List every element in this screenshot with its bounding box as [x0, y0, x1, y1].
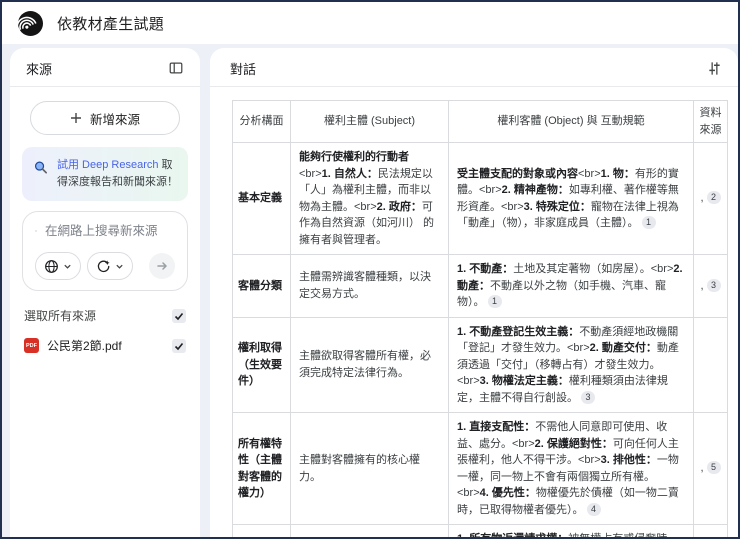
object-cell: 1. 所有物返還請求權：被無權占有或侵奪時（如被偷），請求歸還。<br>2. 妨… — [448, 524, 694, 537]
banner-text: 試用 Deep Research 取得深度報告和新聞來源！ — [57, 157, 178, 191]
dock-left-icon — [169, 62, 183, 74]
add-source-button[interactable]: 新增來源 — [30, 101, 180, 135]
source-cell: , 2 — [693, 142, 728, 255]
main-area: 來源 新增來源 試用 Deep Research 取得深度報告和新聞來源！ 在網… — [2, 44, 738, 537]
table-row: 權利救濟（當客體受侵犯時）當主體對客體的支配受阻時的法律保障。1. 所有物返還請… — [232, 524, 728, 537]
submit-search-button[interactable] — [149, 253, 175, 280]
pdf-file-icon: PDF — [24, 338, 39, 354]
object-cell: 1. 不動產：土地及其定著物（如房屋）。<br>2. 動產：不動產以外之物（如手… — [448, 254, 694, 318]
discover-sources-icon — [97, 260, 110, 272]
add-source-label: 新增來源 — [89, 112, 140, 127]
sources-title: 來源 — [26, 61, 53, 77]
aspect-cell: 基本定義 — [232, 142, 291, 255]
sources-header: 來源 — [10, 48, 200, 87]
aspect-cell: 所有權特性（主體對客體的權力） — [232, 412, 291, 525]
search-input[interactable] — [45, 224, 175, 239]
chevron-down-icon — [64, 264, 71, 269]
table-header-row: 分析構面 權利主體 (Subject) 權利客體 (Object) 與 互動規範 資料… — [232, 100, 728, 143]
aspect-cell: 客體分類 — [232, 254, 291, 318]
citation-chip[interactable]: 1 — [641, 216, 656, 229]
source-name: 公民第2節.pdf — [47, 339, 122, 354]
chat-settings-button[interactable] — [704, 58, 724, 78]
chevron-down-icon — [116, 264, 123, 269]
select-all-label: 選取所有來源 — [24, 309, 97, 324]
source-item[interactable]: PDF 公民第2節.pdf — [24, 337, 186, 354]
table-row: 所有權特性（主體對客體的權力） 主體對客體擁有的核心權力。 1. 直接支配性：不需他… — [232, 412, 728, 525]
aspect-cell: 權利救濟（當客體受侵犯時） — [232, 524, 291, 537]
sources-panel: 來源 新增來源 試用 Deep Research 取得深度報告和新聞來源！ 在網… — [10, 48, 200, 537]
discover-filter-dropdown[interactable] — [87, 252, 133, 281]
chat-header: 對話 — [210, 48, 738, 87]
tune-icon — [708, 61, 720, 75]
citation-chip[interactable]: 3 — [706, 278, 721, 292]
citation-chip[interactable]: 4 — [586, 502, 601, 516]
deep-research-banner[interactable]: 試用 Deep Research 取得深度報告和新聞來源！ — [22, 147, 188, 202]
subject-cell: 當主體對客體的支配受阻時的法律保障。 — [290, 524, 449, 537]
top-header: 依教材產生試題 — [2, 2, 738, 44]
notebooklm-logo-icon — [18, 10, 43, 36]
source-list: PDF 公民第2節.pdf — [10, 324, 200, 354]
select-all-row: 選取所有來源 — [24, 307, 186, 324]
aspect-cell: 權利取得（生效要件） — [232, 316, 291, 413]
table-column-header: 權利主體 (Subject) — [290, 100, 449, 143]
table-column-header: 資料來源 — [693, 100, 728, 143]
check-icon — [174, 342, 184, 350]
banner-link[interactable]: 試用 Deep Research — [57, 159, 159, 171]
object-cell: 1. 不動產登記生效主義：不動產須經地政機關「登記」才發生效力。<br>2. 動… — [448, 316, 694, 413]
arrow-right-icon — [157, 262, 168, 270]
source-cell: , 5 — [693, 412, 728, 525]
citation-chip[interactable]: 3 — [581, 390, 596, 404]
table-row: 基本定義 能夠行使權利的行動者<br>1. 自然人：民法規定以「人」為權利主體，而… — [232, 142, 728, 255]
object-cell: 受主體支配的對象或內容<br>1. 物：有形的實體。<br>2. 精神產物：如專… — [448, 142, 694, 255]
collapse-panel-button[interactable] — [166, 58, 186, 78]
source-cell — [693, 316, 728, 413]
app-window: 依教材產生試題 來源 新增來源 試用 Deep Research 取得深度報告和… — [0, 0, 740, 539]
web-search-card — [22, 211, 188, 292]
magnifier-sparkle-icon — [34, 161, 48, 174]
source-cell: , 3 — [693, 254, 728, 318]
analysis-table: 分析構面 權利主體 (Subject) 權利客體 (Object) 與 互動規範 資料… — [232, 100, 728, 537]
page-title: 依教材產生試題 — [57, 15, 165, 33]
check-icon — [174, 312, 184, 320]
web-filter-dropdown[interactable] — [35, 252, 81, 281]
chat-title: 對話 — [230, 61, 257, 77]
citation-chip[interactable]: 1 — [487, 295, 502, 308]
chat-panel: 對話 分析構面 權利主體 (Subject) 權利客體 (Object) 與 互動規… — [210, 48, 738, 537]
search-icon — [35, 230, 37, 232]
chat-body: 分析構面 權利主體 (Subject) 權利客體 (Object) 與 互動規範 資料… — [210, 87, 738, 537]
table-row: 權利取得（生效要件） 主體欲取得客體所有權，必須完成特定法律行為。 1. 不動產登記… — [232, 316, 728, 413]
table-column-header: 權利客體 (Object) 與 互動規範 — [448, 100, 694, 143]
subject-cell: 能夠行使權利的行動者<br>1. 自然人：民法規定以「人」為權利主體，而非以物為… — [290, 142, 449, 255]
subject-cell: 主體對客體擁有的核心權力。 — [290, 412, 449, 525]
citation-chip[interactable]: 5 — [706, 461, 721, 475]
globe-icon — [45, 259, 58, 273]
table-row: 客體分類 主體需辨識客體種類，以決定交易方式。 1. 不動產：土地及其定著物（如房屋… — [232, 254, 728, 318]
subject-cell: 主體需辨識客體種類，以決定交易方式。 — [290, 254, 449, 318]
source-cell — [693, 524, 728, 537]
select-all-checkbox[interactable] — [172, 308, 186, 323]
table-column-header: 分析構面 — [232, 100, 291, 143]
plus-icon — [70, 113, 81, 123]
source-checkbox[interactable] — [172, 338, 186, 353]
citation-chip[interactable]: 2 — [706, 191, 721, 205]
subject-cell: 主體欲取得客體所有權，必須完成特定法律行為。 — [290, 316, 449, 413]
object-cell: 1. 直接支配性：不需他人同意即可使用、收益、處分。<br>2. 保護絕對性：可… — [448, 412, 694, 525]
